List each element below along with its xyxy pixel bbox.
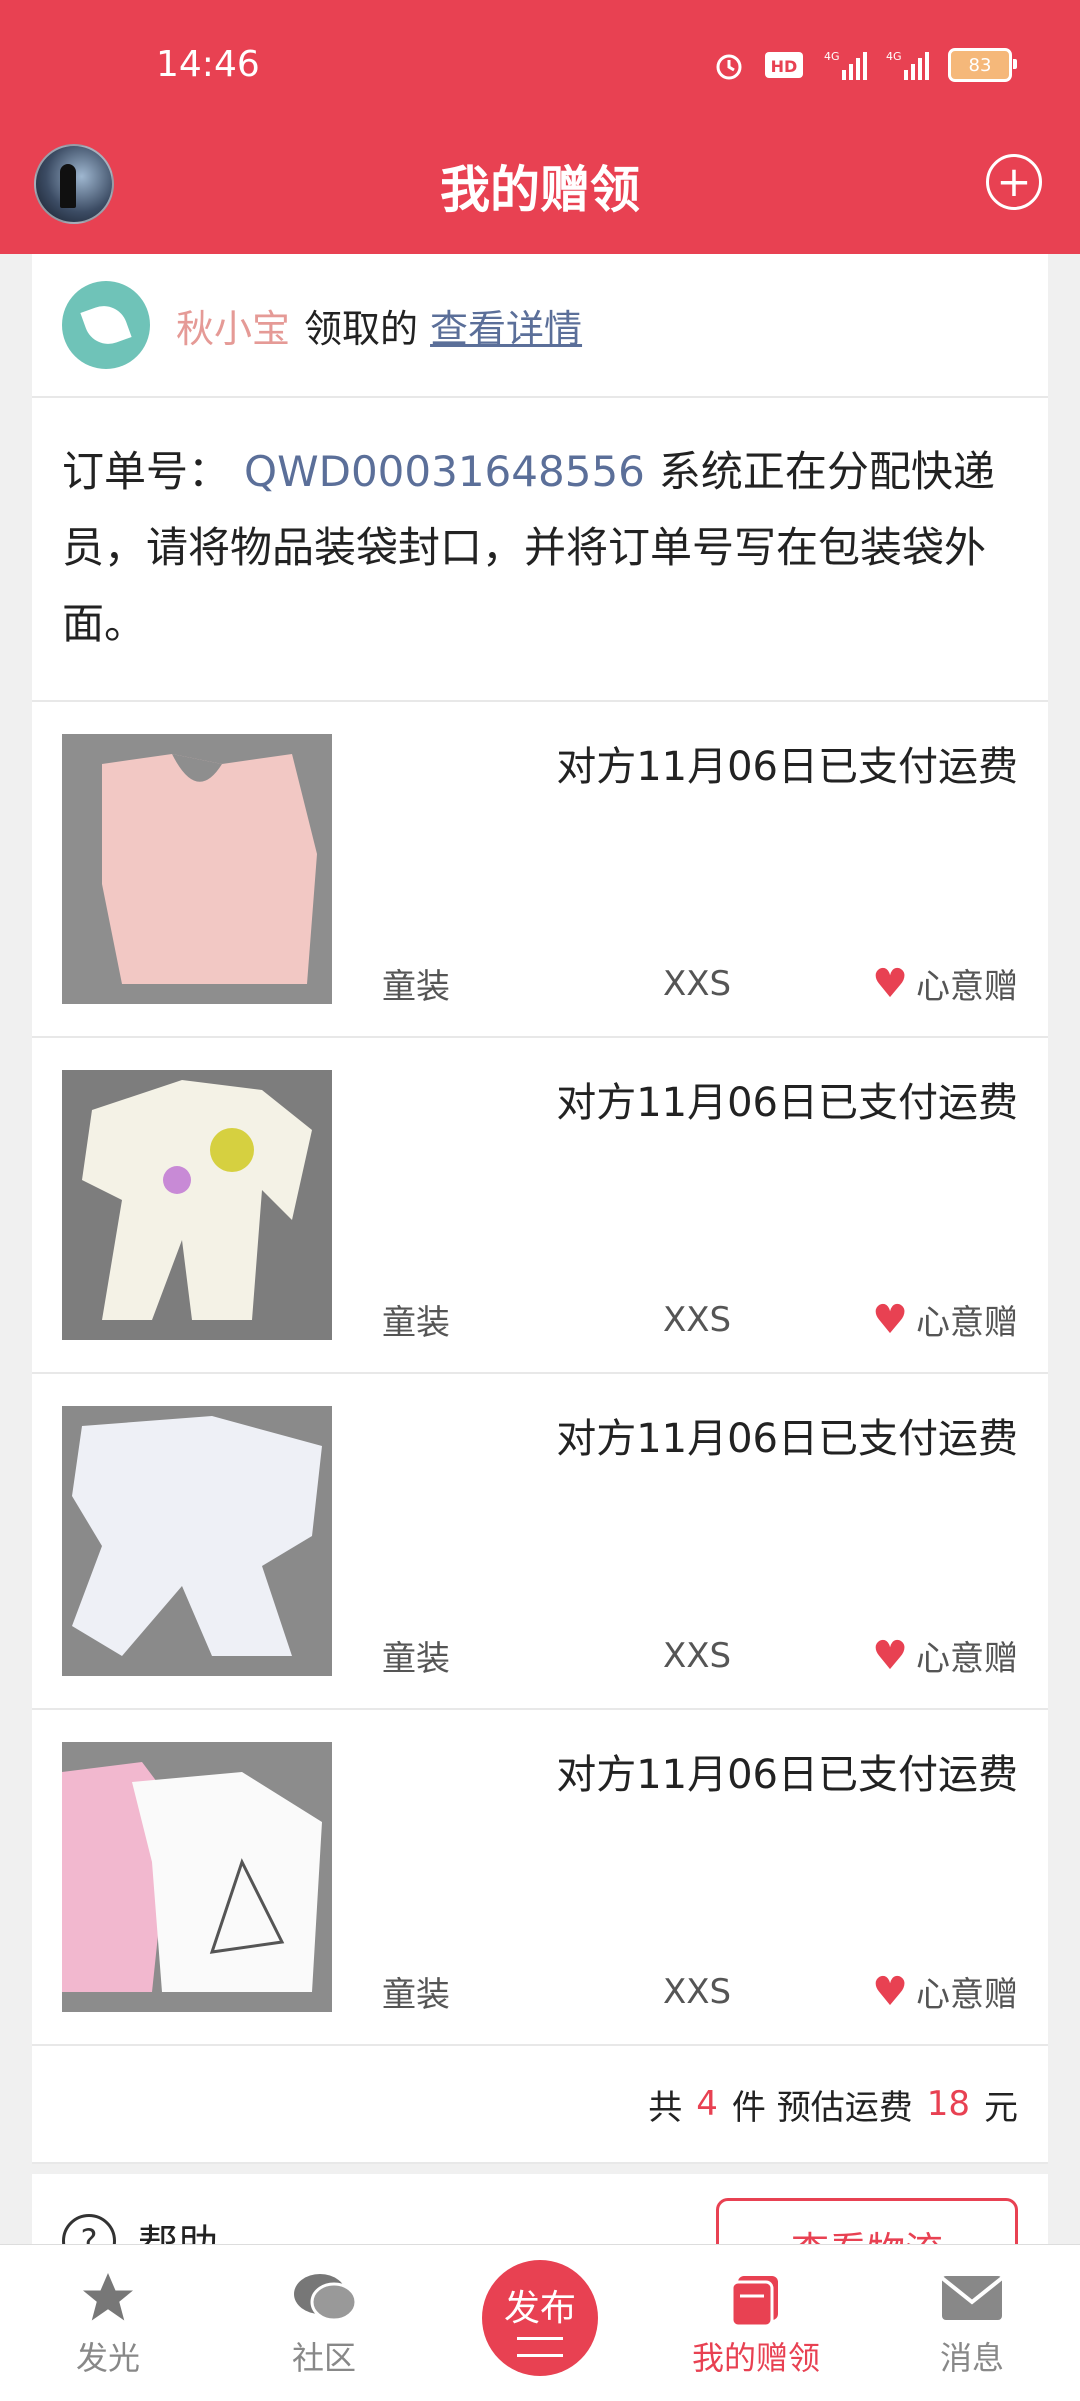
star-icon — [28, 2263, 188, 2333]
add-button[interactable]: + — [986, 154, 1042, 210]
item-tag-label: 心意赠 — [915, 1975, 1018, 2015]
item-meta: 童装 XXS ♥ 心意赠 — [382, 1967, 1018, 2016]
publish-label: 发布 — [503, 2288, 576, 2329]
signal-4g-icon-1: 4G — [824, 48, 868, 82]
leaf-logo-icon — [62, 281, 150, 369]
item-tag-label: 心意赠 — [915, 1303, 1018, 1343]
item-tag: ♥ 心意赠 — [872, 1967, 1018, 2016]
tab-messages[interactable]: 消息 — [892, 2263, 1052, 2379]
item-type: 童装 — [382, 967, 450, 1007]
order-summary: 共 4 件 预估运费 18 元 — [32, 2046, 1048, 2164]
heart-icon: ♥ — [872, 1296, 908, 1343]
alarm-icon — [712, 48, 746, 82]
item-tag: ♥ 心意赠 — [872, 1295, 1018, 1344]
item-meta: 童装 XXS ♥ 心意赠 — [382, 1631, 1018, 1680]
order-info: 订单号： QWD00031648556 系统正在分配快递员，请将物品装袋封口，并将订… — [32, 398, 1048, 702]
item-status: 对方11月06日已支付运费 — [556, 1752, 1018, 1798]
item-tag: ♥ 心意赠 — [872, 1631, 1018, 1680]
order-number: QWD00031648556 — [244, 447, 645, 496]
item-meta: 童装 XXS ♥ 心意赠 — [382, 1295, 1018, 1344]
heart-icon: ♥ — [872, 1968, 908, 2015]
mail-icon — [892, 2263, 1052, 2333]
heart-icon: ♥ — [872, 1632, 908, 1679]
tab-label: 消息 — [939, 2339, 1004, 2377]
item-status: 对方11月06日已支付运费 — [556, 1080, 1018, 1126]
item-status: 对方11月06日已支付运费 — [556, 744, 1018, 790]
shipping-fee: 18 — [926, 2084, 970, 2124]
view-details-link[interactable]: 查看详情 — [430, 298, 582, 353]
plus-circle-icon: + — [996, 157, 1032, 206]
item-meta: 童装 XXS ♥ 心意赠 — [382, 959, 1018, 1008]
main-content: 秋小宝 领取的 查看详情 订单号： QWD00031648556 系统正在分配快递员… — [32, 254, 1048, 2296]
item-status: 对方11月06日已支付运费 — [556, 1416, 1018, 1462]
item-type: 童装 — [382, 1975, 450, 2015]
publish-button[interactable]: 发布 — [482, 2260, 598, 2376]
svg-text:4G: 4G — [824, 50, 840, 63]
heart-icon: ♥ — [872, 960, 908, 1007]
claimer-action: 领取的 — [304, 306, 419, 351]
item-image[interactable] — [62, 1406, 332, 1676]
battery-icon: 83 — [948, 48, 1017, 82]
summary-text-1: 共 — [648, 2087, 683, 2128]
item-count: 4 — [696, 2084, 718, 2124]
claimer-row: 秋小宝 领取的 查看详情 — [32, 254, 1048, 398]
item-type: 童装 — [382, 1303, 450, 1343]
chat-bubble-icon — [244, 2263, 404, 2333]
gift-book-icon — [676, 2263, 836, 2333]
tab-glow[interactable]: 发光 — [28, 2263, 188, 2379]
list-item[interactable]: 对方11月06日已支付运费 童装 XXS ♥ 心意赠 — [32, 1710, 1048, 2046]
tab-my-gifts[interactable]: 我的赠领 — [676, 2263, 836, 2379]
hd-icon: HD — [764, 50, 806, 80]
item-image[interactable] — [62, 1070, 332, 1340]
svg-text:HD: HD — [771, 57, 798, 76]
status-icons: HD 4G 4G 83 — [712, 48, 1017, 82]
item-image[interactable] — [62, 734, 332, 1004]
item-type: 童装 — [382, 1639, 450, 1679]
item-tag-label: 心意赠 — [915, 1639, 1018, 1679]
tab-label: 社区 — [291, 2339, 356, 2377]
tab-community[interactable]: 社区 — [244, 2263, 404, 2379]
summary-text-2: 件 预估运费 — [731, 2087, 913, 2128]
item-size: XXS — [662, 1971, 732, 2012]
order-prefix: 订单号： — [62, 447, 231, 496]
item-tag-label: 心意赠 — [915, 967, 1018, 1007]
tab-label: 发光 — [75, 2339, 140, 2377]
signal-4g-icon-2: 4G — [886, 48, 930, 82]
page-title: 我的赠领 — [440, 161, 640, 219]
item-size: XXS — [662, 963, 732, 1004]
status-time: 14:46 — [156, 44, 260, 85]
list-item[interactable]: 对方11月06日已支付运费 童装 XXS ♥ 心意赠 — [32, 1038, 1048, 1374]
item-image[interactable] — [62, 1742, 332, 2012]
item-size: XXS — [662, 1299, 732, 1340]
publish-icon — [517, 2337, 563, 2357]
list-item[interactable]: 对方11月06日已支付运费 童装 XXS ♥ 心意赠 — [32, 702, 1048, 1038]
summary-text-3: 元 — [984, 2087, 1018, 2128]
tab-label: 我的赠领 — [691, 2339, 820, 2377]
item-tag: ♥ 心意赠 — [872, 959, 1018, 1008]
top-bar: 14:46 HD 4G 4G 83 我的赠领 + — [0, 0, 1080, 254]
list-item[interactable]: 对方11月06日已支付运费 童装 XXS ♥ 心意赠 — [32, 1374, 1048, 1710]
claimer-name[interactable]: 秋小宝 — [176, 298, 290, 353]
svg-text:4G: 4G — [886, 50, 902, 63]
item-size: XXS — [662, 1635, 732, 1676]
status-bar: 14:46 HD 4G 4G 83 — [0, 0, 1080, 140]
